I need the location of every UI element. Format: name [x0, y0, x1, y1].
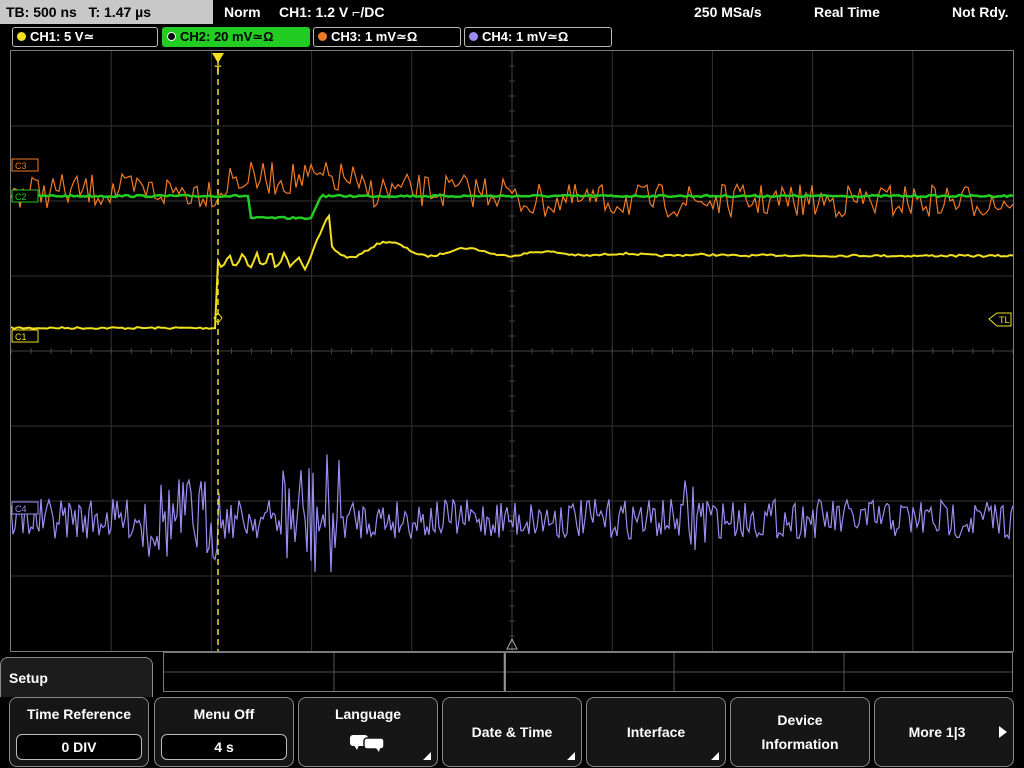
channel-tab-2[interactable]: CH2: 20 mV≃Ω	[162, 27, 310, 47]
svg-text:T: T	[215, 64, 222, 76]
sample-rate: 250 MSa/s	[694, 4, 762, 20]
more-softkey[interactable]: More 1|3	[874, 697, 1014, 767]
svg-text:C2: C2	[15, 192, 27, 202]
channel-4-marker[interactable]: C4	[11, 501, 39, 515]
trigger-position-marker[interactable]: T	[212, 53, 224, 76]
date-time-softkey[interactable]: Date & Time	[442, 697, 582, 767]
waveform-canvas: T C3 C2 C1 C4 TL	[11, 51, 1013, 651]
svg-text:C1: C1	[15, 332, 27, 342]
language-label: Language	[334, 706, 402, 722]
menu-off-softkey[interactable]: Menu Off 4 s	[154, 697, 294, 767]
svg-text:C3: C3	[15, 161, 27, 171]
trigger-source[interactable]: CH1: 1.2 V ⌐/DC	[279, 0, 384, 24]
channel-2-label: CH2: 20 mV≃Ω	[180, 29, 274, 44]
interface-label: Interface	[626, 724, 686, 740]
time-reference-label: Time Reference	[26, 706, 131, 722]
channel-4-label: CH4: 1 mV≃Ω	[482, 29, 569, 44]
acquisition-mode: Real Time	[814, 4, 880, 20]
language-softkey[interactable]: Language	[298, 697, 438, 767]
run-status: Not Rdy.	[952, 4, 1009, 20]
time-reference-value: 0 DIV	[16, 734, 142, 760]
waveform-display[interactable]: T C3 C2 C1 C4 TL	[10, 50, 1014, 652]
channel-3-dot-icon	[318, 32, 327, 41]
channel-3-marker[interactable]: C3	[11, 158, 39, 172]
speech-bubbles-icon	[350, 735, 385, 752]
channel-1-label: CH1: 5 V≃	[30, 29, 95, 44]
submenu-indicator-icon	[567, 752, 575, 760]
device-information-label: Device Information	[761, 712, 839, 752]
channel-3-label: CH3: 1 mV≃Ω	[331, 29, 418, 44]
menu-title: Setup	[0, 657, 153, 697]
trigger-mode[interactable]: Norm	[224, 0, 261, 24]
overview-strip	[163, 652, 1013, 692]
channel-1-dot-icon	[17, 32, 26, 41]
menu-off-label: Menu Off	[193, 706, 255, 722]
interface-softkey[interactable]: Interface	[586, 697, 726, 767]
channel-2-marker[interactable]: C2	[11, 189, 39, 203]
trigger-level-marker[interactable]: TL	[988, 312, 1012, 327]
submenu-indicator-icon	[423, 752, 431, 760]
more-label: More 1|3	[908, 724, 966, 740]
next-page-icon	[999, 726, 1007, 738]
submenu-indicator-icon	[711, 752, 719, 760]
timebase-readout[interactable]: TB: 500 ns T: 1.47 µs	[0, 0, 213, 24]
graticule	[11, 51, 1013, 651]
channel-tab-4[interactable]: CH4: 1 mV≃Ω	[464, 27, 612, 47]
status-bar: TB: 500 ns T: 1.47 µs Norm CH1: 1.2 V ⌐/…	[0, 0, 1024, 25]
svg-text:C4: C4	[15, 504, 27, 514]
date-time-label: Date & Time	[471, 724, 553, 740]
channel-4-dot-icon	[469, 32, 478, 41]
svg-text:TL: TL	[999, 315, 1010, 325]
channel-tab-1[interactable]: CH1: 5 V≃	[12, 27, 158, 47]
menu-off-value: 4 s	[161, 734, 287, 760]
channel-2-dot-icon	[167, 32, 176, 41]
device-information-softkey[interactable]: Device Information	[730, 697, 870, 767]
channel-1-marker[interactable]: C1	[11, 329, 39, 343]
time-reference-softkey[interactable]: Time Reference 0 DIV	[9, 697, 149, 767]
channel-tab-3[interactable]: CH3: 1 mV≃Ω	[313, 27, 461, 47]
